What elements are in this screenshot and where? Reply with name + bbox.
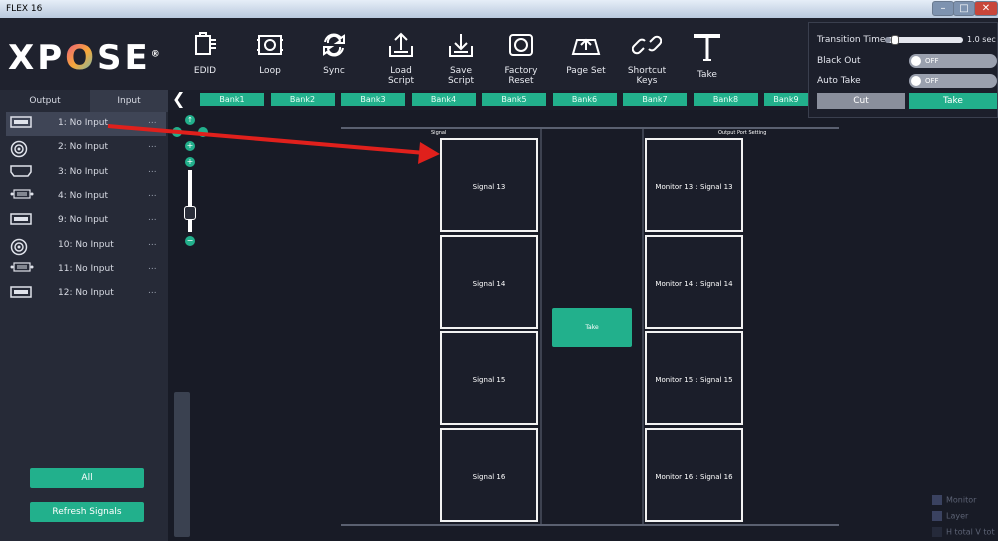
black-out-label: Black Out [817, 56, 861, 66]
black-out-toggle[interactable]: OFF [909, 54, 997, 68]
auto-take-toggle[interactable]: OFF [909, 74, 997, 88]
transition-control-panel: Transition Time 1.0 sec Black Out OFF Au… [808, 22, 998, 118]
transition-time-value: 1.0 sec [967, 35, 996, 44]
transition-time-label: Transition Time [817, 35, 886, 45]
transition-time-slider[interactable] [885, 35, 963, 45]
auto-take-label: Auto Take [817, 76, 861, 86]
cut-button[interactable]: Cut [817, 93, 905, 109]
app-window: FLEX 16 – □ ✕ XPOSE® EDID Loop Sync Load… [0, 0, 998, 541]
take-button[interactable]: Take [909, 93, 997, 109]
transition-time-knob[interactable] [891, 35, 900, 45]
